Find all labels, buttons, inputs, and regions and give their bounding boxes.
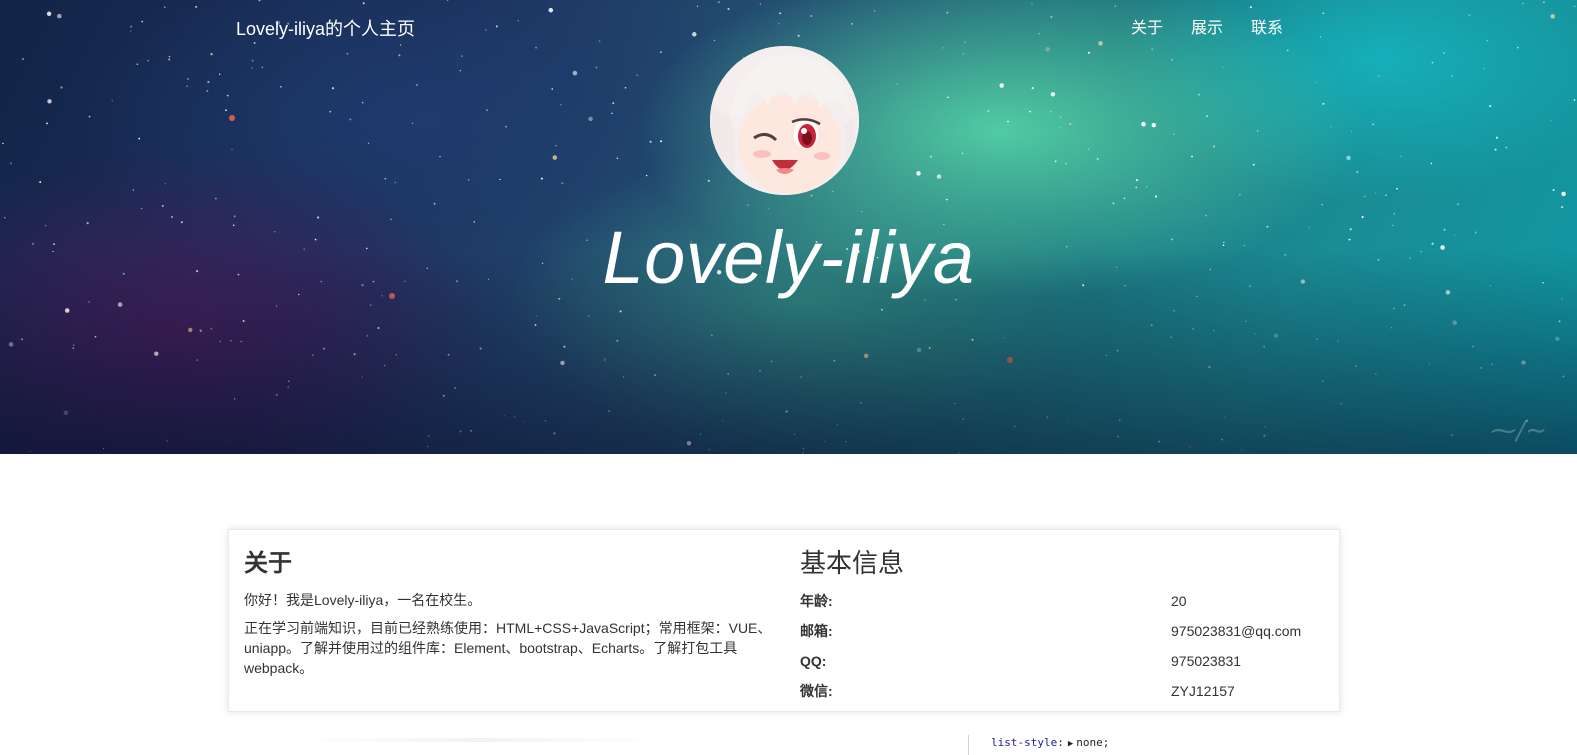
nav-link-about[interactable]: 关于 — [1131, 19, 1163, 39]
site-brand-link[interactable]: Lovely-iliya的个人主页 — [236, 17, 415, 41]
info-row-email: 邮箱: 975023831@qq.com — [800, 621, 1320, 651]
info-row-age: 年龄: 20 — [800, 591, 1320, 621]
avatar — [710, 46, 859, 195]
hero-title: Lovely-iliya — [602, 216, 975, 299]
main-nav: 关于 展示 联系 — [1131, 19, 1311, 39]
nav-link-contact[interactable]: 联系 — [1251, 19, 1283, 39]
devtools-css-line: list-style: ▶ none; — [968, 735, 1109, 755]
info-label: 微信: — [800, 683, 833, 699]
page: ⁓∕∼ Lovely-iliya的个人主页 关于 展示 联系 Lovely-il… — [0, 0, 1577, 755]
info-label: 年龄: — [800, 593, 833, 609]
info-row-wechat: 微信: ZYJ12157 — [800, 681, 1320, 711]
expand-triangle-icon[interactable]: ▶ — [1068, 739, 1073, 749]
info-value: 975023831 — [1171, 653, 1242, 669]
anime-avatar-icon — [710, 46, 859, 195]
css-property: list-style — [991, 736, 1058, 749]
about-description: 正在学习前端知识，目前已经熟练使用：HTML+CSS+JavaScript；常用… — [244, 620, 772, 676]
about-section: 关于 你好！我是Lovely-iliya，一名在校生。 正在学习前端知识，目前已… — [244, 550, 774, 686]
about-heading: 关于 — [244, 550, 292, 577]
about-card: 关于 你好！我是Lovely-iliya，一名在校生。 正在学习前端知识，目前已… — [228, 529, 1340, 712]
info-value: 975023831@qq.com — [1171, 623, 1302, 639]
css-value: none; — [1076, 736, 1110, 749]
info-label: QQ: — [800, 653, 827, 669]
about-greeting: 你好！我是Lovely-iliya，一名在校生。 — [244, 592, 482, 608]
info-row-qq: QQ: 975023831 — [800, 651, 1320, 681]
info-value: ZYJ12157 — [1171, 683, 1235, 699]
artist-signature-mark: ⁓∕∼ — [1490, 416, 1547, 446]
section-shadow — [300, 738, 660, 742]
hero-banner: ⁓∕∼ Lovely-iliya的个人主页 关于 展示 联系 Lovely-il… — [0, 0, 1577, 454]
basic-info-section: 基本信息 年龄: 20 邮箱: 975023831@qq.com QQ: 975… — [800, 547, 1320, 711]
info-label: 邮箱: — [800, 623, 833, 639]
info-value: 20 — [1171, 593, 1187, 609]
basic-info-heading: 基本信息 — [800, 548, 905, 578]
nav-link-showcase[interactable]: 展示 — [1191, 19, 1223, 39]
